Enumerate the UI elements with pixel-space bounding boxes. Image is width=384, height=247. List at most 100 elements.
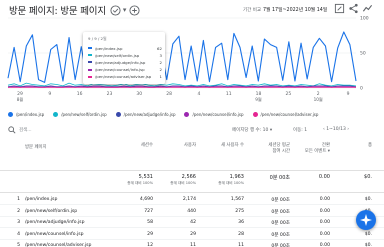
search-input[interactable]: 검색...	[19, 127, 32, 133]
cell-sessions: 58	[147, 220, 153, 225]
total-sessions-sub: 총계 대비 100%	[127, 181, 153, 185]
cell-landing-page[interactable]: /pen/index.jsp	[25, 197, 115, 202]
cell-users: 29	[190, 231, 196, 237]
legend-label: /pen/index.jsp	[16, 111, 45, 117]
series-line[interactable]	[7, 85, 357, 87]
tooltip-series-name: /pen/new/counsel/adviser.jsp	[95, 74, 152, 80]
table-row[interactable]: 3/pen/new/adjudge/info.jsp 58 42 36 0분 00초 0.…	[0, 217, 384, 228]
total-revenue: $0.	[364, 174, 372, 180]
table-row[interactable]: 5/pen/new/counsel/adviser.jsp 12 11 11 0분 00…	[0, 240, 384, 247]
cell-landing-page[interactable]: /pen/new/counsel/adviser.jsp	[25, 243, 115, 247]
series-swatch	[88, 61, 92, 64]
cell-landing-page[interactable]: /pen/new/self/ordin.jsp	[25, 209, 115, 214]
header-users[interactable]: 사용자	[168, 143, 196, 149]
row-index: 2	[17, 208, 20, 214]
cell-users: 11	[190, 243, 196, 247]
series-swatch	[88, 54, 92, 57]
legend-item[interactable]: /pen/new/adjudge/info.jsp	[115, 111, 176, 117]
cell-avg-time: 0분 00초	[271, 244, 290, 247]
next-page-icon[interactable]: ›	[347, 127, 349, 132]
assistant-button[interactable]	[356, 210, 376, 230]
header-new-users[interactable]: 새 사용자 수	[206, 143, 244, 149]
tooltip-row: /pen/new/adjudge/info.jsp 2	[88, 59, 162, 65]
goto-value[interactable]: 1	[304, 128, 307, 133]
legend-item[interactable]: /pen/index.jsp	[8, 111, 45, 117]
legend-label: /pen/new/adjudge/info.jsp	[123, 111, 176, 117]
cell-new-users: 1,567	[230, 197, 244, 202]
y-tick-label: 100	[360, 16, 369, 22]
x-tick-label: 16	[77, 91, 83, 97]
chart-tooltip: 9 / 9 / 2일 /pen/index.jsp 62/pen/new/self…	[83, 32, 165, 84]
totals-row: 5,531 총계 대비 100% 2,566 총계 대비 100% 1,963 …	[0, 171, 384, 193]
table-row[interactable]: 1/pen/index.jsp 4,690 2,174 1,567 0분 00초 0.00…	[0, 194, 384, 205]
table-row[interactable]: 4/pen/new/counsel/info.jsp 29 29 28 0분 00초 0.…	[0, 229, 384, 240]
series-swatch	[88, 68, 92, 71]
x-tick-label: 28	[166, 91, 172, 97]
legend-item[interactable]: /pen/new/counsel/info.jsp	[184, 111, 244, 117]
chart-legend: /pen/index.jsp/pen/new/self/ordin.jsp/pe…	[8, 110, 327, 118]
row-index: 1	[17, 197, 20, 202]
legend-label: /pen/new/self/ordin.jsp	[61, 111, 107, 117]
cell-new-users: 28	[238, 231, 244, 237]
tooltip-series-name: /pen/index.jsp	[95, 45, 123, 51]
cell-conversions: 0.00	[319, 208, 330, 214]
series-line[interactable]	[7, 82, 357, 87]
legend-label: /pen/new/counsel/adviser.jsp	[260, 111, 319, 117]
header-landing-page[interactable]: 방문 페이지	[25, 145, 47, 151]
total-new-users: 1,963	[229, 174, 244, 180]
table-row[interactable]: 2/pen/new/self/ordin.jsp 727 440 275 0분 00초 0…	[0, 206, 384, 217]
tooltip-row: /pen/new/counsel/adviser.jsp 1	[88, 74, 162, 80]
header-conversions-event[interactable]: 모든 이벤트 ▾	[298, 149, 330, 155]
legend-item[interactable]: /pen/new/counsel/adviser.jsp	[252, 111, 319, 117]
tooltip-series-value: 1	[159, 74, 162, 80]
legend-dot	[184, 111, 190, 117]
cell-conversions: 0.00	[319, 220, 330, 225]
header-revenue[interactable]: 총	[350, 143, 372, 149]
prev-page-icon[interactable]: ‹	[323, 127, 325, 132]
total-new-users-sub: 총계 대비 100%	[218, 181, 244, 185]
tooltip-series-value: 62	[157, 45, 162, 51]
total-avg-time: 0분 00초	[269, 175, 290, 181]
goto-label: 이동:	[293, 128, 303, 133]
goto-page-control[interactable]: 이동: 1	[293, 127, 307, 133]
tooltip-series-value: 2	[159, 59, 162, 65]
total-sessions: 5,531	[138, 174, 153, 180]
legend-label: /pen/new/counsel/info.jsp	[192, 111, 244, 117]
cell-landing-page[interactable]: /pen/new/adjudge/info.jsp	[25, 220, 115, 225]
tooltip-row: /pen/new/self/ordin.jsp 3	[88, 52, 162, 58]
series-line[interactable]	[7, 31, 357, 83]
sparkle-icon	[360, 214, 372, 226]
cell-landing-page[interactable]: /pen/new/counsel/info.jsp	[25, 232, 115, 237]
legend-item[interactable]: /pen/new/self/ordin.jsp	[53, 111, 107, 117]
search-field[interactable]: 검색...	[8, 124, 188, 136]
x-month-label: 8월	[17, 96, 24, 103]
cell-sessions: 727	[144, 208, 153, 214]
tooltip-row: /pen/index.jsp 62	[88, 45, 162, 51]
header-sessions[interactable]: 세션수	[125, 143, 153, 149]
legend-dot	[252, 111, 258, 117]
cell-conversions: 0.00	[319, 243, 330, 247]
y-tick-label: 50	[360, 51, 366, 57]
x-month-label: 10월	[314, 96, 323, 103]
rows-per-page-value[interactable]: 10	[263, 128, 269, 133]
cell-revenue: $0.	[364, 243, 372, 247]
series-swatch	[88, 47, 92, 49]
cell-revenue: $0.	[364, 197, 372, 202]
tooltip-series-name: /pen/new/counsel/info.jsp	[95, 67, 145, 73]
x-month-label: 9월	[255, 96, 262, 103]
tooltip-series-value: 3	[159, 52, 162, 58]
chevron-down-icon[interactable]: ▾	[270, 128, 272, 133]
pagination: ‹ 1~10/13 ›	[323, 127, 349, 132]
total-users-sub: 총계 대비 100%	[170, 181, 196, 185]
legend-dot	[115, 111, 121, 117]
x-tick-label: 23	[107, 91, 113, 97]
cell-sessions: 12	[147, 243, 153, 247]
row-index: 3	[17, 220, 20, 225]
total-conversions: 0.00	[318, 174, 330, 180]
x-tick-label: 30	[136, 91, 142, 97]
rows-per-page-label: 페이지당 행 수:	[232, 128, 262, 133]
x-tick-label: 9	[48, 91, 51, 97]
y-tick-label: 0	[360, 86, 363, 92]
x-tick-label: 9	[347, 91, 350, 97]
rows-per-page-control[interactable]: 페이지당 행 수: 10 ▾	[232, 127, 272, 133]
